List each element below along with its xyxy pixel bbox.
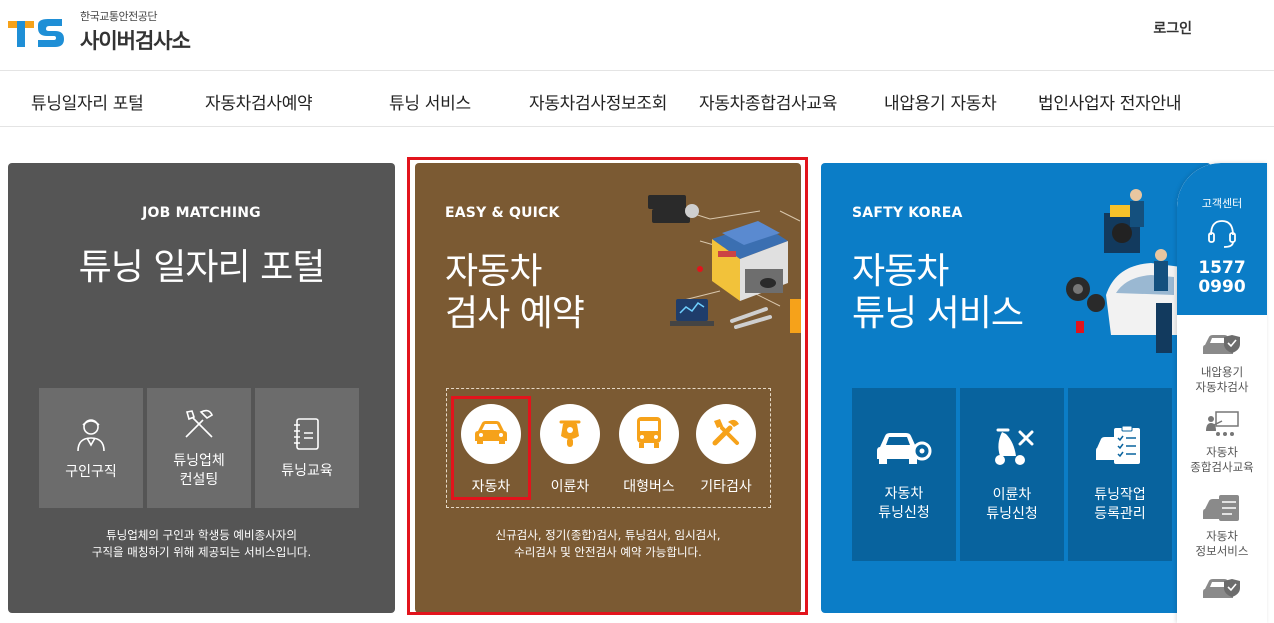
inspection-booking-panel: EASY & QUICK 자동차 검사 예약 자동차 이륜차 대형버스 기타검사… <box>415 163 801 613</box>
safety-tile-car-tuning[interactable]: 자동차 튜닝신청 <box>852 388 956 561</box>
safety-title-line2: 튜닝 서비스 <box>852 293 1024 334</box>
car-icon <box>474 419 508 449</box>
job-tile-recruit[interactable]: 구인구직 <box>39 388 143 508</box>
job-desc-line: 구직을 매칭하기 위해 제공되는 서비스입니다. <box>91 545 312 559</box>
vehicle-label: 대형버스 <box>623 479 675 495</box>
tools-icon <box>181 406 217 446</box>
vehicle-option-bus[interactable]: 대형버스 <box>617 404 681 496</box>
car-shield-icon <box>1202 335 1242 363</box>
quick-menu-sidebar: 고객센터 1577 0990 내압용기 자동차검사 자동차 종합검사교육 자동차… <box>1177 163 1267 623</box>
vehicle-icon-circle <box>540 404 600 464</box>
nav-tuning-job-portal[interactable]: 튜닝일자리 포털 <box>31 89 144 114</box>
car-gear-icon <box>876 427 932 471</box>
tile-label: 자동차 튜닝신청 <box>878 485 930 521</box>
main-nav: 튜닝일자리 포털 자동차검사예약 튜닝 서비스 자동차검사정보조회 자동차종합검… <box>0 72 1274 127</box>
nav-vehicle-inspection-booking[interactable]: 자동차검사예약 <box>205 89 313 114</box>
worker-icon <box>72 415 110 457</box>
nav-inspection-education[interactable]: 자동차종합검사교육 <box>699 89 837 114</box>
vehicle-label: 기타검사 <box>700 479 752 495</box>
vehicle-option-other[interactable]: 기타검사 <box>694 404 758 496</box>
vehicle-icon-circle <box>461 404 521 464</box>
phone-line: 1577 <box>1198 258 1246 278</box>
nav-corporate-notice[interactable]: 법인사업자 전자안내 <box>1038 89 1181 114</box>
nav-inspection-info[interactable]: 자동차검사정보조회 <box>529 89 667 114</box>
scooter-icon <box>990 426 1034 472</box>
exam-title-line2: 검사 예약 <box>445 293 585 334</box>
safety-title-line1: 자동차 <box>852 251 949 292</box>
lecture-icon <box>1204 411 1240 443</box>
exam-eyebrow: EASY & QUICK <box>445 205 560 221</box>
car-shield-icon <box>1202 579 1242 607</box>
safety-eyebrow: SAFTY KOREA <box>852 205 963 221</box>
login-link[interactable]: 로그인 <box>1153 18 1192 38</box>
safety-tile-tuning-registration[interactable]: 튜닝작업 등록관리 <box>1068 388 1172 561</box>
org-name: 한국교통안전공단 <box>80 10 157 23</box>
vehicle-label: 자동차 <box>471 479 511 495</box>
exam-description: 신규검사, 정기(종합)검사, 튜닝검사, 임시검사, 수리검사 및 안전검사 … <box>415 527 801 561</box>
job-eyebrow: JOB MATCHING <box>142 205 261 221</box>
vehicle-option-car[interactable]: 자동차 <box>459 404 523 496</box>
headset-icon <box>1207 217 1237 253</box>
vehicle-icon-circle <box>619 404 679 464</box>
tile-label: 튜닝업체 컨설팅 <box>173 453 225 488</box>
job-desc-line: 튜닝업체의 구인과 학생등 예비종사자의 <box>106 528 297 542</box>
tuning-service-panel: SAFTY KOREA 자동차 튜닝 서비스 자동차 튜닝신청 이륜차 튜닝신청… <box>821 163 1211 613</box>
job-tile-education[interactable]: 튜닝교육 <box>255 388 359 508</box>
exam-title-line1: 자동차 <box>445 251 542 292</box>
service-station-illustration <box>640 181 801 341</box>
quick-item-more[interactable] <box>1177 575 1267 607</box>
car-doc-icon <box>1202 495 1242 527</box>
site-name: 사이버검사소 <box>80 29 191 53</box>
tile-label: 튜닝작업 등록관리 <box>1094 486 1146 522</box>
exam-desc-line: 신규검사, 정기(종합)검사, 튜닝검사, 임시검사, <box>495 528 721 542</box>
quick-item-label: 자동차 종합검사교육 <box>1190 445 1254 474</box>
customer-center-phone: 1577 0990 <box>1177 259 1267 297</box>
site-logo[interactable]: 한국교통안전공단 사이버검사소 <box>8 8 191 55</box>
quick-item-inspection-education[interactable]: 자동차 종합검사교육 <box>1177 411 1267 475</box>
site-header: 한국교통안전공단 사이버검사소 로그인 <box>0 0 1274 71</box>
job-title: 튜닝 일자리 포털 <box>78 247 326 288</box>
tile-label: 구인구직 <box>65 463 117 480</box>
job-tile-consulting[interactable]: 튜닝업체 컨설팅 <box>147 388 251 508</box>
nav-tuning-service[interactable]: 튜닝 서비스 <box>389 89 471 114</box>
phone-line: 0990 <box>1198 277 1246 297</box>
vehicle-option-motorcycle[interactable]: 이륜차 <box>538 404 602 496</box>
exam-desc-line: 수리검사 및 안전검사 예약 가능합니다. <box>514 545 702 559</box>
vehicle-type-selector: 자동차 이륜차 대형버스 기타검사 <box>446 388 771 508</box>
quick-item-label: 자동차 정보서비스 <box>1195 529 1249 558</box>
tile-label: 튜닝교육 <box>281 462 333 479</box>
motorcycle-icon <box>555 416 585 452</box>
tile-label: 이륜차 튜닝신청 <box>986 486 1038 522</box>
safety-tile-motorcycle-tuning[interactable]: 이륜차 튜닝신청 <box>960 388 1064 561</box>
quick-item-vehicle-info[interactable]: 자동차 정보서비스 <box>1177 493 1267 559</box>
checklist-icon <box>1094 425 1146 472</box>
wrench-icon <box>710 416 742 452</box>
vehicle-label: 이륜차 <box>550 479 590 495</box>
job-description: 튜닝업체의 구인과 학생등 예비종사자의 구직을 매칭하기 위해 제공되는 서비… <box>8 527 395 561</box>
notebook-icon <box>292 416 322 456</box>
customer-center-title: 고객센터 <box>1201 197 1243 210</box>
ts-logo-mark <box>8 15 66 49</box>
customer-center[interactable]: 고객센터 1577 0990 <box>1177 163 1267 315</box>
quick-item-label: 내압용기 자동차검사 <box>1195 365 1249 394</box>
vehicle-icon-circle <box>696 404 756 464</box>
quick-item-pressure-vessel[interactable]: 내압용기 자동차검사 <box>1177 331 1267 395</box>
bus-icon <box>634 415 664 453</box>
mechanic-illustration <box>1056 185 1181 365</box>
job-matching-panel: JOB MATCHING 튜닝 일자리 포털 구인구직 튜닝업체 컨설팅 튜닝교… <box>8 163 395 613</box>
nav-pressure-vessel-vehicle[interactable]: 내압용기 자동차 <box>884 89 997 114</box>
